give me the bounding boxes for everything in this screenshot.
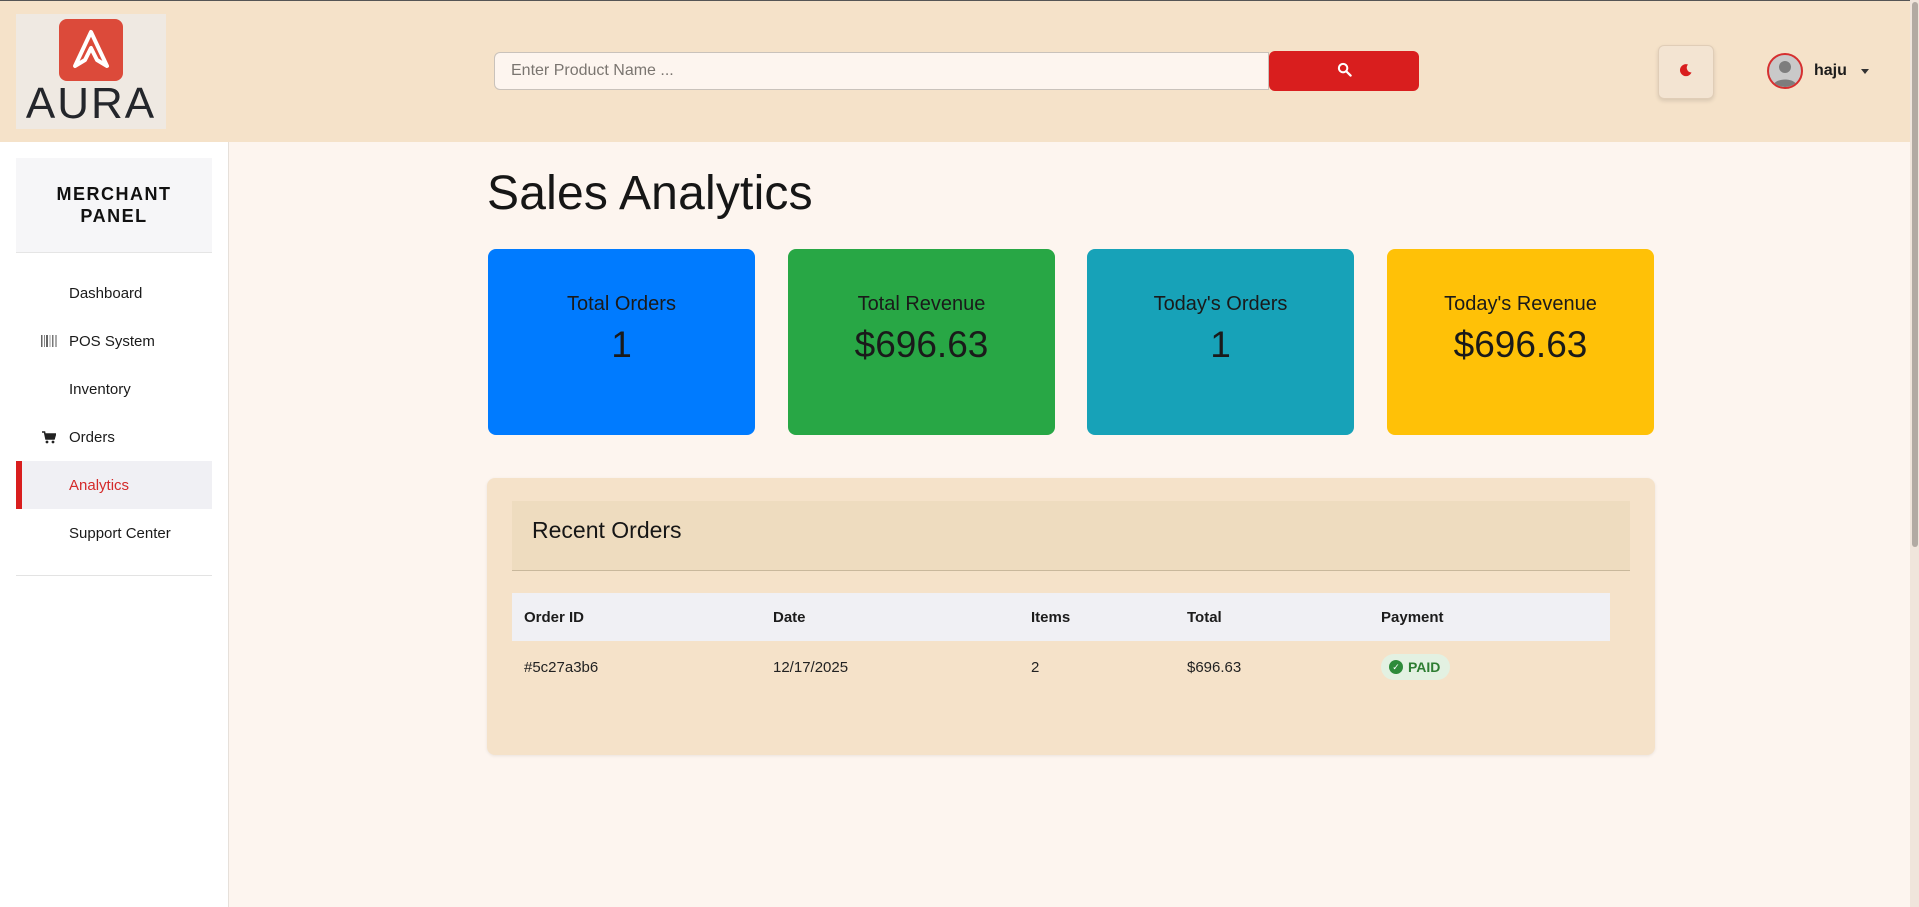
column-header-total: Total (1175, 593, 1369, 641)
column-header-items: Items (1019, 593, 1175, 641)
cell-order-id: #5c27a3b6 (524, 658, 599, 676)
cart-icon (41, 429, 57, 445)
stat-card-total-orders: Total Orders 1 (488, 249, 755, 435)
sidebar-item-label: Analytics (69, 476, 130, 494)
cell-items: 2 (1031, 658, 1040, 676)
sidebar-item-label: Support Center (69, 524, 171, 542)
sidebar-divider (16, 575, 212, 576)
sidebar-item-orders[interactable]: Orders (16, 413, 212, 461)
panel-title-line2: PANEL (80, 206, 148, 226)
column-header-date: Date (761, 593, 1019, 641)
recent-orders-panel: Recent Orders Order ID Date Items Total … (487, 478, 1655, 755)
stat-label: Total Orders (567, 293, 676, 315)
stat-value: $696.63 (854, 324, 989, 365)
sidebar-item-dashboard[interactable]: Dashboard (16, 269, 212, 317)
column-header-payment: Payment (1369, 593, 1610, 641)
recent-orders-table: Order ID Date Items Total Payment #5c27a… (512, 593, 1610, 693)
panel-title-line1: MERCHANT (56, 184, 172, 204)
stat-card-todays-orders: Today's Orders 1 (1087, 249, 1354, 435)
top-header: AURA haju (0, 0, 1919, 142)
moon-icon (1679, 63, 1693, 82)
search-input[interactable] (494, 52, 1269, 90)
barcode-icon (41, 333, 57, 349)
logo-mark-icon (59, 19, 123, 81)
recent-orders-title: Recent Orders (512, 501, 1630, 571)
panel-title: MERCHANT PANEL (16, 158, 212, 253)
cell-date: 12/17/2025 (773, 658, 849, 676)
stat-card-todays-revenue: Today's Revenue $696.63 (1387, 249, 1654, 435)
check-circle-icon: ✓ (1389, 660, 1403, 674)
status-badge-label: PAID (1408, 659, 1441, 675)
logo[interactable]: AURA (16, 14, 166, 129)
table-header-row: Order ID Date Items Total Payment (512, 593, 1610, 641)
cell-payment: ✓ PAID (1369, 641, 1610, 693)
stat-label: Total Revenue (857, 293, 986, 315)
avatar (1767, 53, 1803, 89)
sidebar-item-label: Orders (69, 428, 115, 446)
scrollbar-thumb[interactable] (1912, 2, 1918, 547)
stat-value: $696.63 (1453, 324, 1588, 365)
search-bar (494, 51, 1419, 91)
sidebar-item-inventory[interactable]: Inventory (16, 365, 212, 413)
cell-total: $696.63 (1187, 658, 1242, 676)
search-icon (1337, 62, 1352, 80)
sidebar-item-analytics[interactable]: Analytics (16, 461, 212, 509)
sidebar: MERCHANT PANEL Dashboard POS System Inve… (0, 142, 229, 907)
user-menu[interactable]: haju (1767, 53, 1869, 89)
stat-label: Today's Orders (1153, 293, 1288, 315)
theme-toggle-button[interactable] (1658, 45, 1714, 99)
sidebar-item-label: Dashboard (69, 284, 143, 302)
scrollbar[interactable] (1910, 0, 1919, 907)
sidebar-nav: Dashboard POS System Inventory Orders An… (16, 269, 212, 557)
column-header-order-id: Order ID (512, 593, 761, 641)
table-row[interactable]: #5c27a3b6 12/17/2025 2 $696.63 ✓ PAID (512, 641, 1610, 693)
status-badge: ✓ PAID (1381, 654, 1451, 680)
logo-text: AURA (25, 79, 157, 128)
sidebar-item-support-center[interactable]: Support Center (16, 509, 212, 557)
page-title: Sales Analytics (487, 167, 813, 220)
sidebar-item-label: POS System (69, 332, 155, 350)
sidebar-item-pos-system[interactable]: POS System (16, 317, 212, 365)
search-button[interactable] (1269, 51, 1419, 91)
stat-value: 1 (611, 324, 632, 365)
sidebar-item-label: Inventory (69, 380, 131, 398)
stat-value: 1 (1210, 324, 1231, 365)
stat-label: Today's Revenue (1444, 293, 1597, 315)
stat-card-total-revenue: Total Revenue $696.63 (788, 249, 1055, 435)
username: haju (1814, 62, 1847, 79)
chevron-down-icon (1860, 68, 1869, 74)
